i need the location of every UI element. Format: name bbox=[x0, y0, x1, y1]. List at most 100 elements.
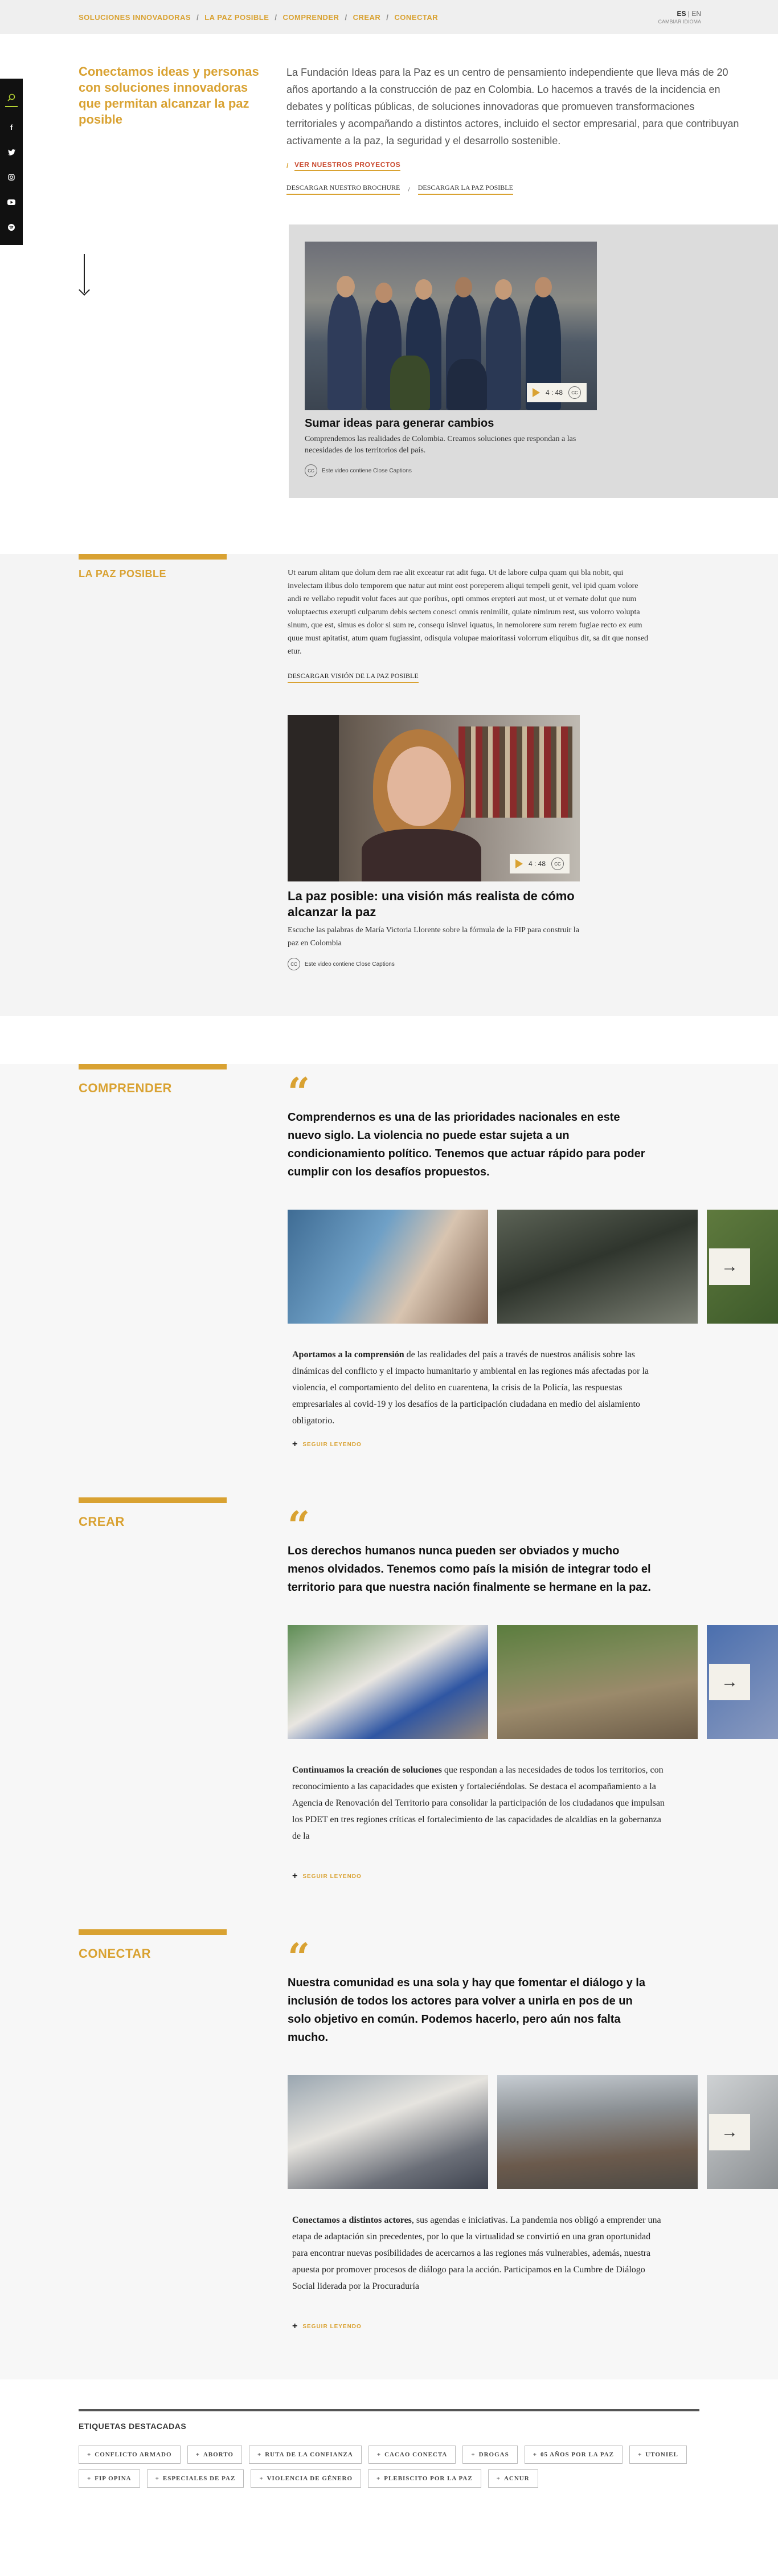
gallery-image[interactable] bbox=[497, 1625, 698, 1739]
download-links: DESCARGAR NUESTRO BROCHURE / DESCARGAR L… bbox=[286, 183, 742, 195]
breadcrumb-soluciones[interactable]: SOLUCIONES INNOVADORAS bbox=[79, 13, 191, 22]
tag-chip[interactable]: + VIOLENCIA DE GÉNERO bbox=[251, 2469, 362, 2488]
download-vision-link[interactable]: DESCARGAR VISIÓN DE LA PAZ POSIBLE bbox=[288, 672, 419, 683]
top-bar: SOLUCIONES INNOVADORAS / LA PAZ POSIBLE / … bbox=[0, 0, 778, 34]
tag-chip[interactable]: + UTONIEL bbox=[629, 2446, 687, 2464]
plus-icon: + bbox=[376, 2451, 382, 2458]
gallery-next-button[interactable]: → bbox=[709, 2114, 750, 2150]
projects-link[interactable]: / VER NUESTROS PROYECTOS bbox=[286, 161, 401, 171]
read-more-label: SEGUIR LEYENDO bbox=[302, 1873, 362, 1880]
instagram-icon[interactable] bbox=[6, 172, 17, 182]
cc-note-text: Este video contiene Close Captions bbox=[322, 467, 412, 474]
lang-es[interactable]: ES bbox=[677, 10, 686, 18]
gallery-next-button[interactable]: → bbox=[709, 1248, 750, 1285]
breadcrumb-separator: / bbox=[386, 13, 389, 22]
plus-icon: + bbox=[292, 2321, 298, 2331]
image-gallery: → bbox=[288, 1210, 778, 1324]
quote-icon: “ bbox=[288, 1069, 310, 1115]
twitter-icon[interactable] bbox=[6, 147, 17, 157]
video-title[interactable]: La paz posible: una visión más realista … bbox=[288, 888, 580, 920]
plus-icon: + bbox=[533, 2451, 537, 2458]
plus-icon: + bbox=[87, 2451, 92, 2458]
arrow-right-icon: → bbox=[721, 2122, 738, 2141]
article-text: , sus agendas e iniciativas. La pandemia… bbox=[292, 2215, 661, 2291]
arrow-down-icon[interactable] bbox=[79, 254, 90, 296]
section-label: CREAR bbox=[79, 1514, 125, 1529]
video-caption: Sumar ideas para generar cambios Compren… bbox=[305, 410, 597, 477]
search-icon[interactable] bbox=[5, 92, 18, 107]
paz-text: Ut earum alitam que dolum dem rae alit e… bbox=[288, 569, 649, 656]
article-lead: Continuamos la creación de soluciones bbox=[292, 1765, 442, 1775]
tags-section: ETIQUETAS DESTACADAS + CONFLICTO ARMADO +… bbox=[0, 2379, 778, 2510]
gallery-image[interactable] bbox=[497, 2075, 698, 2189]
tag-chip[interactable]: + PLEBISCITO POR LA PAZ bbox=[368, 2469, 481, 2488]
breadcrumb-conectar[interactable]: CONECTAR bbox=[394, 13, 438, 22]
tag-chip[interactable]: + FIP OPINA bbox=[79, 2469, 140, 2488]
video-description: Comprendemos las realidades de Colombia.… bbox=[305, 435, 576, 455]
plus-icon: + bbox=[638, 2451, 642, 2458]
tag-chip[interactable]: + CACAO CONECTA bbox=[368, 2446, 456, 2464]
video-play-button[interactable]: 4 : 48 CC bbox=[526, 383, 587, 402]
tag-chip[interactable]: + RUTA DE LA CONFIANZA bbox=[248, 2446, 362, 2464]
plus-icon: + bbox=[259, 2475, 264, 2482]
closed-captions-icon: CC bbox=[568, 386, 581, 399]
read-more-button[interactable]: + SEGUIR LEYENDO bbox=[292, 1439, 668, 1450]
projects-link-label: VER NUESTROS PROYECTOS bbox=[294, 161, 401, 171]
article-text: que respondan a las necesidades de todos… bbox=[292, 1765, 665, 1841]
tag-chip[interactable]: + CONFLICTO ARMADO bbox=[79, 2446, 181, 2464]
section-quote: Comprendernos es una de las prioridades … bbox=[288, 1111, 645, 1178]
video-title[interactable]: Sumar ideas para generar cambios bbox=[305, 417, 597, 430]
video-panel: 4 : 48 CC Sumar ideas para generar cambio… bbox=[289, 224, 778, 498]
section-article: Conectamos a distintos actores, sus agen… bbox=[288, 2212, 668, 2332]
youtube-icon[interactable] bbox=[6, 197, 17, 207]
breadcrumb-paz-posible[interactable]: LA PAZ POSIBLE bbox=[204, 13, 269, 22]
gallery-next-button[interactable]: → bbox=[709, 1664, 750, 1700]
tag-chip[interactable]: + ACNUR bbox=[488, 2469, 538, 2488]
gallery-image[interactable] bbox=[288, 2075, 488, 2189]
plus-icon: + bbox=[292, 1871, 298, 1881]
tag-label: DROGAS bbox=[478, 2451, 509, 2458]
section-rule bbox=[79, 1929, 227, 1935]
plus-icon: + bbox=[376, 2475, 381, 2482]
facebook-icon[interactable]: f bbox=[6, 122, 17, 132]
breadcrumb-comprender[interactable]: COMPRENDER bbox=[283, 13, 339, 22]
image-gallery: → bbox=[288, 2075, 778, 2189]
plus-icon: + bbox=[292, 1439, 298, 1449]
gallery-image[interactable] bbox=[288, 1625, 488, 1739]
plus-icon: + bbox=[155, 2475, 159, 2482]
article-text: de las realidades del país a través de n… bbox=[292, 1350, 649, 1426]
tag-chip[interactable]: + ESPECIALES DE PAZ bbox=[146, 2469, 244, 2488]
breadcrumb-crear[interactable]: CREAR bbox=[353, 13, 381, 22]
cc-note: CC Este video contiene Close Captions bbox=[305, 464, 597, 477]
video-play-button[interactable]: 4 : 48 CC bbox=[509, 854, 570, 873]
gallery-image[interactable] bbox=[288, 1210, 488, 1324]
intro-lead: La Fundación Ideas para la Paz es un cen… bbox=[286, 67, 739, 146]
tag-chip[interactable]: +05 AÑOS POR LA PAZ bbox=[524, 2446, 623, 2464]
tag-label: ESPECIALES DE PAZ bbox=[162, 2475, 236, 2482]
tag-label: 05 AÑOS POR LA PAZ bbox=[540, 2451, 614, 2458]
video-thumbnail[interactable]: 4 : 48 CC bbox=[288, 715, 580, 881]
download-paz-link[interactable]: DESCARGAR LA PAZ POSIBLE bbox=[417, 183, 513, 195]
tag-label: CONFLICTO ARMADO bbox=[95, 2451, 172, 2458]
section-label: CONECTAR bbox=[79, 1946, 151, 1961]
intro-body: La Fundación Ideas para la Paz es un cen… bbox=[286, 64, 742, 195]
section-rule bbox=[79, 1064, 227, 1069]
read-more-button[interactable]: + SEGUIR LEYENDO bbox=[292, 1871, 668, 1881]
article-lead: Conectamos a distintos actores bbox=[292, 2215, 412, 2225]
tag-chip[interactable]: + ABORTO bbox=[187, 2446, 242, 2464]
lang-en[interactable]: EN bbox=[691, 10, 701, 18]
read-more-button[interactable]: + SEGUIR LEYENDO bbox=[292, 2321, 668, 2332]
tag-label: VIOLENCIA DE GÉNERO bbox=[267, 2475, 353, 2482]
plus-icon: + bbox=[87, 2475, 92, 2482]
tag-chip[interactable]: + DROGAS bbox=[462, 2446, 518, 2464]
cc-note-text: Este video contiene Close Captions bbox=[305, 961, 395, 967]
tag-label: FIP OPINA bbox=[95, 2475, 132, 2482]
video-thumbnail[interactable]: 4 : 48 CC bbox=[305, 242, 597, 410]
read-more-label: SEGUIR LEYENDO bbox=[302, 1441, 362, 1448]
quote-icon: “ bbox=[288, 1935, 310, 1981]
section-label: COMPRENDER bbox=[79, 1081, 172, 1095]
gallery-image[interactable] bbox=[497, 1210, 698, 1324]
tag-label: PLEBISCITO POR LA PAZ bbox=[384, 2475, 473, 2482]
download-brochure-link[interactable]: DESCARGAR NUESTRO BROCHURE bbox=[286, 183, 400, 195]
section-quote: Los derechos humanos nunca pueden ser ob… bbox=[288, 1545, 651, 1594]
